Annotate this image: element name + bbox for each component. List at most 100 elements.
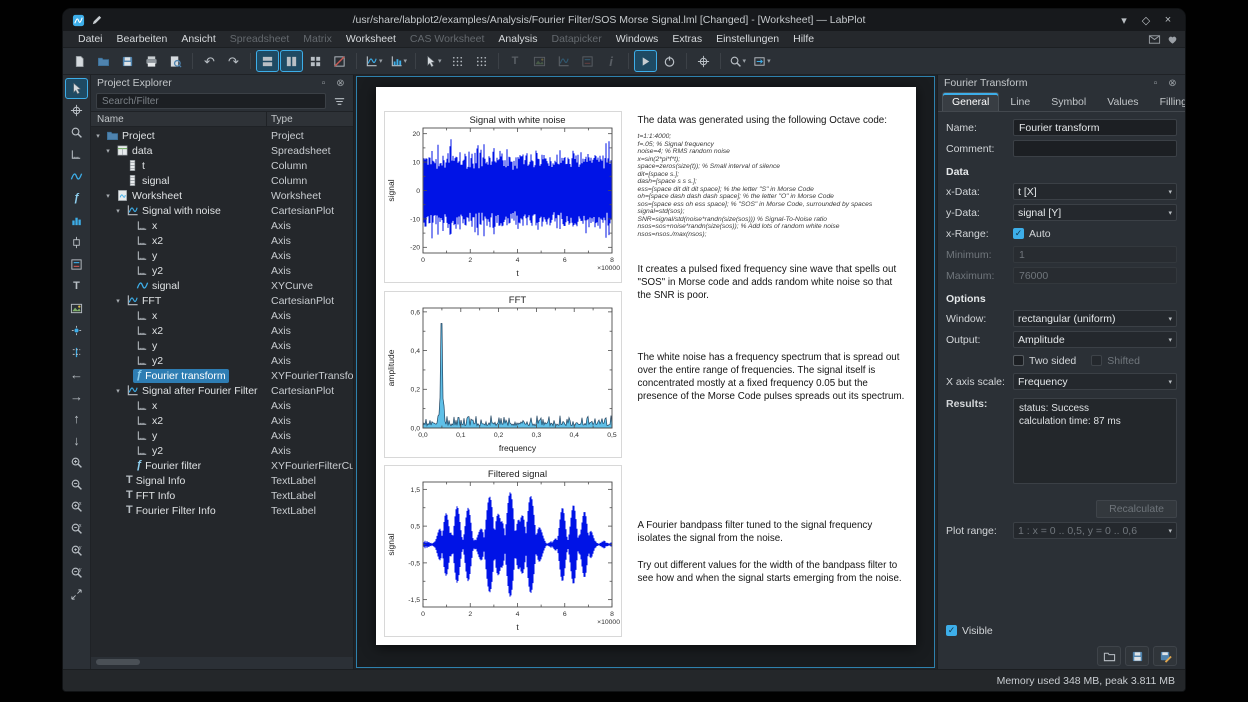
float-dock-icon[interactable]: ▫ [317,78,330,89]
grid-layout-button[interactable] [304,50,327,72]
tree-row[interactable]: signalColumn [91,173,353,188]
worksheet-canvas[interactable]: Signal with white noise0246820100-10-20t… [376,87,916,645]
comment-input[interactable] [1013,140,1177,157]
expander-icon[interactable]: ▾ [113,297,123,305]
scrollbar-handle[interactable] [96,659,140,665]
select-tool[interactable] [65,78,88,99]
menu-einstellungen[interactable]: Einstellungen [709,32,786,46]
filter-options-icon[interactable] [330,93,348,109]
new-button[interactable] [68,50,91,72]
close-dock-icon[interactable]: ⊗ [334,78,347,89]
expander-icon[interactable]: ▾ [113,207,123,215]
add-legend-tool[interactable] [65,254,88,275]
shift-up-y-tool[interactable]: ↑ [65,408,88,429]
zoom-in-y-tool[interactable]: y [65,540,88,561]
undo-button[interactable]: ↶ [198,50,221,72]
tree-row[interactable]: signalXYCurve [91,278,353,293]
project-explorer-header[interactable]: Project Explorer ▫ ⊗ [91,75,353,91]
shift-left-x-tool[interactable]: ← [65,364,88,385]
horizontal-layout-button[interactable] [280,50,303,72]
maximum-input[interactable] [1013,267,1177,284]
menu-extras[interactable]: Extras [665,32,709,46]
mouse-mode-button[interactable]: ▾ [421,50,445,72]
add-info-element-button[interactable]: i [600,50,623,72]
menu-worksheet[interactable]: Worksheet [339,32,403,46]
zoom-out-tool[interactable] [65,474,88,495]
expander-icon[interactable]: ▾ [103,192,113,200]
zoom-in-tool[interactable] [65,452,88,473]
zoom-button[interactable]: ▾ [726,50,750,72]
titlebar[interactable]: /usr/share/labplot2/examples/Analysis/Fo… [63,9,1185,31]
tree-row[interactable]: xAxis [91,398,353,413]
y-data-combo[interactable]: signal [Y]▾ [1013,204,1177,221]
float-properties-icon[interactable]: ▫ [1149,78,1162,89]
tree-row[interactable]: yAxis [91,338,353,353]
print-button[interactable] [140,50,163,72]
plot-signal-with-noise[interactable]: Signal with white noise0246820100-10-20t… [384,111,622,283]
snap-grid-button[interactable] [470,50,493,72]
window-combo[interactable]: rectangular (uniform)▾ [1013,310,1177,327]
tree-row[interactable]: TFourier Filter InfoTextLabel [91,503,353,518]
column-header-name[interactable]: Name [91,112,267,126]
name-input[interactable] [1013,119,1177,136]
recalculate-button[interactable]: Recalculate [1096,500,1177,518]
x-data-combo[interactable]: t [X]▾ [1013,183,1177,200]
add-plot-button[interactable]: ▾ [362,50,386,72]
vertical-layout-button[interactable] [256,50,279,72]
column-header-type[interactable]: Type [267,112,353,126]
add-legend-button[interactable] [576,50,599,72]
add-image-tool[interactable] [65,298,88,319]
plot-range-combo[interactable]: 1 : x = 0 .. 0,5, y = 0 .. 0,6▾ [1013,522,1177,539]
tree-row[interactable]: y2Axis [91,263,353,278]
zoom-out-y-tool[interactable]: y [65,562,88,583]
tab-general[interactable]: General [942,92,999,111]
plot-filtered-signal[interactable]: Filtered signal024681,50,5-0,5-1,5t×1000… [384,465,622,637]
menu-bearbeiten[interactable]: Bearbeiten [110,32,175,46]
crosshair-tool[interactable] [65,100,88,121]
close-properties-icon[interactable]: ⊗ [1166,78,1179,89]
menu-windows[interactable]: Windows [609,32,666,46]
add-reference-line-tool[interactable] [65,342,88,363]
menu-datei[interactable]: Datei [71,32,110,46]
tree-header[interactable]: Name Type [91,111,353,127]
save-template-button[interactable] [1125,646,1149,666]
two-sided-checkbox[interactable] [1013,355,1024,366]
add-custom-point-tool[interactable] [65,320,88,341]
expander-icon[interactable]: ▾ [103,147,113,155]
menu-analysis[interactable]: Analysis [491,32,544,46]
tree-row[interactable]: yAxis [91,248,353,263]
add-xy-curve-tool[interactable] [65,166,88,187]
add-equation-curve-tool[interactable]: ƒ [65,188,88,209]
tab-values[interactable]: Values [1097,92,1148,111]
auto-checkbox[interactable] [1013,228,1024,239]
tree-row[interactable]: y2Axis [91,353,353,368]
tree-row[interactable]: x2Axis [91,413,353,428]
zoom-select-tool[interactable] [65,122,88,143]
horizontal-scrollbar[interactable] [94,658,350,666]
visible-checkbox[interactable] [946,625,957,636]
expander-icon[interactable]: ▾ [113,387,123,395]
tree-row[interactable]: ▾FFTCartesianPlot [91,293,353,308]
add-text-button[interactable]: T [504,50,527,72]
load-template-button[interactable] [1097,646,1121,666]
tree-row[interactable]: x2Axis [91,233,353,248]
tree-row[interactable]: xAxis [91,308,353,323]
redo-button[interactable]: ↷ [222,50,245,72]
search-input[interactable] [96,93,326,109]
tree-row[interactable]: TSignal InfoTextLabel [91,473,353,488]
donate-icon[interactable] [1165,32,1179,46]
output-combo[interactable]: Amplitude▾ [1013,331,1177,348]
shift-down-y-tool[interactable]: ↓ [65,430,88,451]
minimum-input[interactable] [1013,246,1177,263]
minimize-button[interactable]: ▾ [1115,14,1133,27]
tab-line[interactable]: Line [1000,92,1040,111]
menu-hilfe[interactable]: Hilfe [786,32,821,46]
tab-symbol[interactable]: Symbol [1041,92,1096,111]
open-button[interactable] [92,50,115,72]
auto-scale-tool[interactable] [65,584,88,605]
tree-row[interactable]: ▾Signal with noiseCartesianPlot [91,203,353,218]
add-image-button[interactable] [528,50,551,72]
close-button[interactable]: × [1159,14,1177,26]
expander-icon[interactable]: ▾ [93,132,103,140]
menu-ansicht[interactable]: Ansicht [174,32,222,46]
